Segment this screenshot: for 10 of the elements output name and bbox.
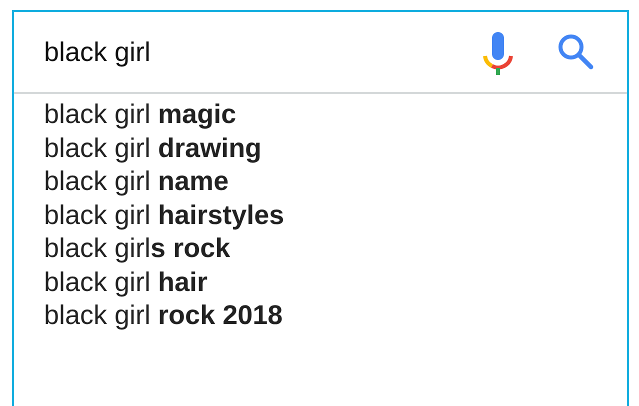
search-icon[interactable]: [557, 33, 595, 71]
suggestion-item[interactable]: black girls rock: [44, 232, 627, 266]
suggestion-item[interactable]: black girl hair: [44, 266, 627, 299]
search-field[interactable]: black girl: [44, 36, 481, 68]
suggestion-item[interactable]: black girl magic: [44, 98, 627, 132]
suggestion-item[interactable]: black girl drawing: [44, 132, 627, 165]
suggestion-item[interactable]: black girl rock 2018: [44, 299, 627, 332]
microphone-icon[interactable]: [481, 32, 515, 76]
suggestion-item[interactable]: black girl hairstyles: [44, 198, 627, 232]
suggestion-item[interactable]: black girl name: [44, 165, 627, 198]
